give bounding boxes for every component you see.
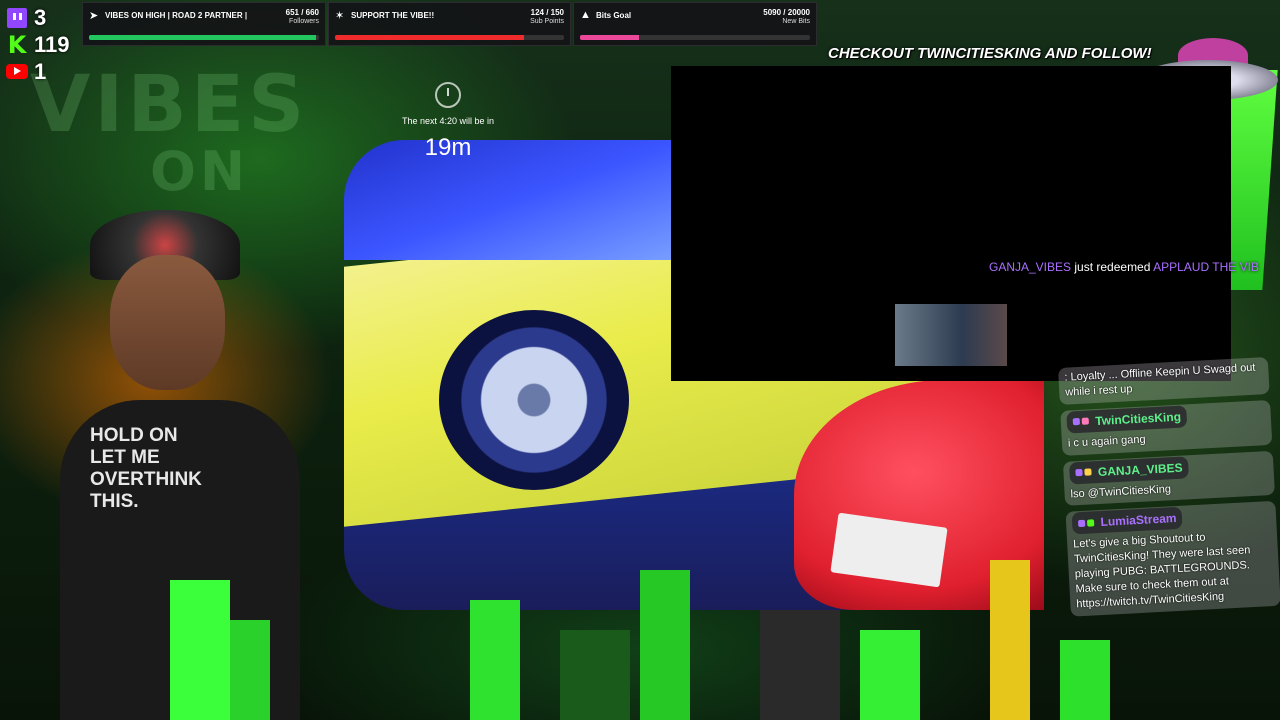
redeem-user: GANJA_VIBES bbox=[989, 260, 1072, 274]
clock-icon bbox=[435, 82, 461, 108]
star-icon: ✶ bbox=[335, 10, 345, 22]
subs-goal: ✶ SUPPORT THE VIBE!! 124 / 150 Sub Point… bbox=[328, 2, 571, 46]
goal-sub: Sub Points bbox=[530, 18, 564, 25]
redeem-alert: GANJA_VIBES just redeemed APPLAUD THE VI… bbox=[989, 260, 1279, 274]
kick-viewer-count: 119 bbox=[34, 31, 70, 57]
rocket-icon: ➤ bbox=[89, 10, 99, 22]
kick-viewers: K 119 bbox=[4, 30, 84, 59]
embedded-stream bbox=[671, 66, 1231, 381]
chat-header: LumiaStream bbox=[1071, 507, 1184, 535]
bits-icon: ▲ bbox=[580, 9, 591, 21]
city-skyline bbox=[0, 560, 1280, 720]
goal-sub: New Bits bbox=[782, 18, 810, 25]
badge-icon bbox=[1075, 468, 1083, 477]
twitch-viewers: 3 bbox=[4, 4, 84, 31]
goal-track bbox=[335, 35, 564, 40]
chat-text: : Loyalty ... Offline Keepin U Swagd out… bbox=[1064, 361, 1256, 399]
goal-name: SUPPORT THE VIBE!! bbox=[351, 11, 435, 20]
four-twenty-timer: The next 4:20 will be in 19m bbox=[380, 82, 516, 162]
chat-username: LumiaStream bbox=[1100, 511, 1177, 530]
youtube-icon bbox=[6, 64, 28, 79]
checkout-banner: CHECKOUT TWINCITIESKING AND FOLLOW! bbox=[828, 45, 1152, 62]
goal-name: Bits Goal bbox=[596, 11, 632, 20]
badge-icon bbox=[1081, 417, 1089, 425]
kick-icon: K bbox=[7, 30, 27, 59]
crown-icon bbox=[1084, 468, 1092, 476]
chat-username: GANJA_VIBES bbox=[1097, 460, 1183, 479]
twitch-viewer-count: 3 bbox=[34, 4, 47, 30]
viewer-stats: 3 K 119 1 bbox=[4, 4, 84, 85]
webcam-preview bbox=[895, 304, 1007, 366]
badge-icon bbox=[1072, 417, 1081, 426]
chat-message: TwinCitiesKing i c u again gang bbox=[1060, 399, 1273, 456]
bits-goal: ▲ Bits Goal 5090 / 20000 New Bits bbox=[573, 2, 817, 46]
goal-fill bbox=[335, 35, 525, 40]
timer-value: 19m bbox=[424, 134, 472, 161]
badge-icon bbox=[1086, 518, 1095, 527]
goal-fill bbox=[89, 35, 316, 40]
goal-track bbox=[580, 35, 810, 40]
car-wheel bbox=[439, 310, 629, 490]
timer-caption: The next 4:20 will be in bbox=[401, 116, 495, 126]
redeem-reward: APPLAUD THE VIB bbox=[1153, 260, 1259, 274]
twitch-icon bbox=[7, 7, 27, 28]
goal-fill bbox=[580, 35, 639, 40]
goal-track bbox=[89, 35, 319, 40]
chat-header: TwinCitiesKing bbox=[1066, 405, 1188, 434]
goal-sub: Followers bbox=[289, 18, 319, 25]
followers-goal: ➤ VIBES ON HIGH | ROAD 2 PARTNER | 651 /… bbox=[82, 2, 326, 46]
youtube-viewer-count: 1 bbox=[34, 58, 47, 84]
chat-header: GANJA_VIBES bbox=[1068, 455, 1190, 485]
youtube-viewers: 1 bbox=[4, 58, 84, 85]
streamer-face bbox=[110, 255, 225, 390]
shirt-text: HOLD ON LET ME OVERTHINK THIS. bbox=[90, 425, 202, 512]
redeem-text: just redeemed bbox=[1071, 260, 1154, 274]
goal-value: 651 / 660 bbox=[285, 8, 319, 17]
goal-name: VIBES ON HIGH | ROAD 2 PARTNER | bbox=[105, 11, 248, 20]
chat-username: TwinCitiesKing bbox=[1094, 409, 1182, 428]
chat-message: GANJA_VIBES lso @TwinCitiesKing bbox=[1062, 450, 1275, 507]
badge-icon bbox=[1077, 519, 1086, 527]
goal-value: 124 / 150 bbox=[530, 8, 564, 17]
goal-value: 5090 / 20000 bbox=[763, 8, 810, 17]
